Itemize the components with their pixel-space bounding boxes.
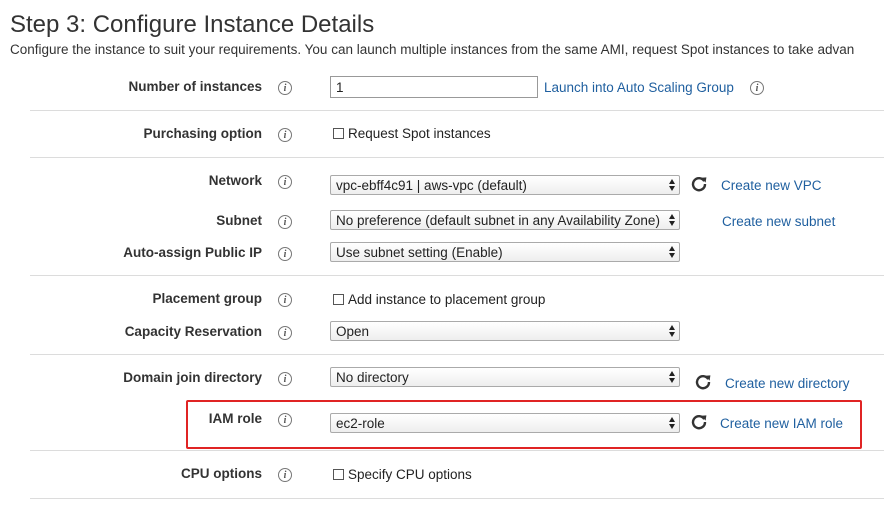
purchasing-option-label: Purchasing option: [143, 126, 262, 141]
info-icon[interactable]: i: [750, 81, 764, 95]
create-new-iam-role-link[interactable]: Create new IAM role: [720, 416, 843, 431]
page-subtitle: Configure the instance to suit your requ…: [10, 42, 855, 57]
select-arrows-icon: [668, 179, 675, 191]
subnet-selected-value: No preference (default subnet in any Ava…: [336, 212, 660, 228]
info-icon[interactable]: i: [278, 81, 292, 95]
iam-role-selected-value: ec2-role: [336, 415, 385, 431]
network-label: Network: [208, 173, 262, 188]
capacity-reservation-selected-value: Open: [336, 323, 370, 339]
launch-auto-scaling-link[interactable]: Launch into Auto Scaling Group: [544, 80, 734, 95]
cpu-options-checkbox[interactable]: [333, 469, 344, 480]
section-divider: [30, 110, 884, 111]
domain-join-directory-select[interactable]: No directory: [330, 367, 680, 387]
info-icon[interactable]: i: [278, 247, 292, 261]
create-new-directory-link[interactable]: Create new directory: [725, 376, 850, 391]
create-new-subnet-link[interactable]: Create new subnet: [722, 214, 835, 229]
info-icon[interactable]: i: [278, 215, 292, 229]
select-arrows-icon: [668, 417, 675, 429]
info-icon[interactable]: i: [278, 468, 292, 482]
page-title: Step 3: Configure Instance Details: [10, 11, 375, 38]
auto-assign-public-ip-label: Auto-assign Public IP: [123, 245, 262, 260]
auto-assign-public-ip-select[interactable]: Use subnet setting (Enable): [330, 242, 680, 262]
info-icon[interactable]: i: [278, 293, 292, 307]
select-arrows-icon: [668, 371, 675, 383]
section-divider: [30, 157, 884, 158]
number-of-instances-label: Number of instances: [128, 79, 262, 94]
iam-role-select[interactable]: ec2-role: [330, 413, 680, 433]
placement-group-checkbox[interactable]: [333, 294, 344, 305]
network-select[interactable]: vpc-ebff4c91 | aws-vpc (default): [330, 175, 680, 195]
domain-join-directory-label: Domain join directory: [123, 370, 262, 385]
section-divider: [30, 450, 884, 451]
placement-group-label: Placement group: [152, 291, 262, 306]
info-icon[interactable]: i: [278, 413, 292, 427]
subnet-label: Subnet: [216, 213, 262, 228]
capacity-reservation-label: Capacity Reservation: [124, 324, 262, 339]
cpu-options-option[interactable]: Specify CPU options: [333, 467, 472, 482]
cpu-options-label: CPU options: [181, 466, 262, 481]
request-spot-label: Request Spot instances: [348, 126, 491, 141]
section-divider: [30, 354, 884, 355]
domain-join-directory-selected-value: No directory: [336, 369, 409, 385]
section-divider: [30, 275, 884, 276]
network-selected-value: vpc-ebff4c91 | aws-vpc (default): [336, 177, 527, 193]
info-icon[interactable]: i: [278, 128, 292, 142]
refresh-icon[interactable]: [690, 413, 708, 431]
create-new-vpc-link[interactable]: Create new VPC: [721, 178, 822, 193]
cpu-options-checkbox-label: Specify CPU options: [348, 467, 472, 482]
request-spot-checkbox[interactable]: [333, 128, 344, 139]
placement-group-checkbox-label: Add instance to placement group: [348, 292, 546, 307]
info-icon[interactable]: i: [278, 326, 292, 340]
refresh-icon[interactable]: [690, 175, 708, 193]
auto-assign-public-ip-selected-value: Use subnet setting (Enable): [336, 244, 503, 260]
capacity-reservation-select[interactable]: Open: [330, 321, 680, 341]
number-of-instances-input[interactable]: [330, 76, 538, 98]
refresh-icon[interactable]: [694, 373, 712, 391]
select-arrows-icon: [668, 325, 675, 337]
iam-role-label: IAM role: [208, 411, 262, 426]
section-divider: [30, 498, 884, 499]
info-icon[interactable]: i: [278, 372, 292, 386]
select-arrows-icon: [668, 246, 675, 258]
placement-group-option[interactable]: Add instance to placement group: [333, 292, 545, 307]
subnet-select[interactable]: No preference (default subnet in any Ava…: [330, 210, 680, 230]
select-arrows-icon: [668, 214, 675, 226]
info-icon[interactable]: i: [278, 175, 292, 189]
request-spot-option[interactable]: Request Spot instances: [333, 126, 491, 141]
